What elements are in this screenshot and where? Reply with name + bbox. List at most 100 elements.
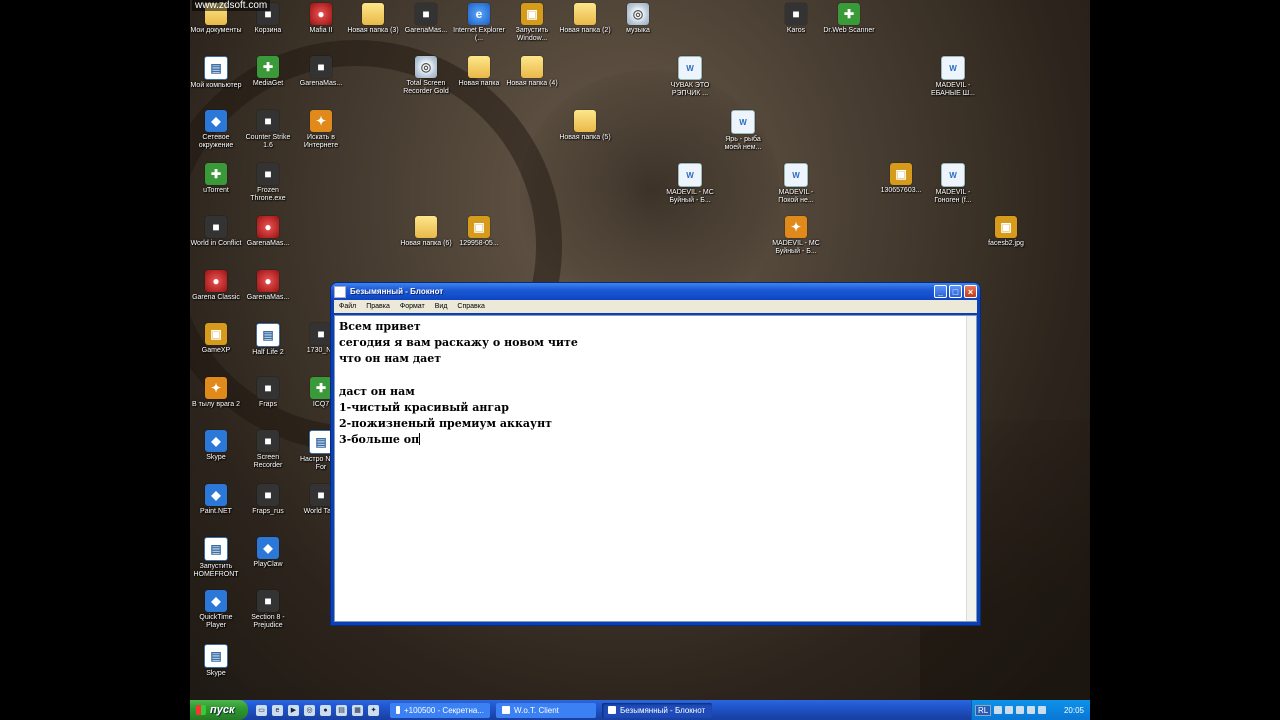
desktop-icon[interactable]: ■ Karos	[770, 3, 822, 35]
desktop-icon[interactable]: ◆ PlayClaw	[242, 537, 294, 569]
desktop-icon-label: MediaGet	[252, 80, 284, 87]
desktop-icon[interactable]: ▣ Запустить Window...	[506, 3, 558, 43]
game-icon[interactable]: ✦	[368, 704, 379, 716]
desktop-icon[interactable]: ■ GarenaMas...	[295, 56, 347, 88]
language-indicator[interactable]: RL	[975, 704, 992, 716]
tray-icon[interactable]	[994, 706, 1003, 714]
desktop-icon[interactable]: ■ Screen Recorder	[242, 430, 294, 470]
menu-edit[interactable]: Правка	[361, 303, 395, 310]
menu-file[interactable]: Файл	[334, 303, 361, 310]
show-desktop-icon[interactable]: ▭	[256, 704, 267, 716]
desktop-icon[interactable]: ◎ музыка	[612, 3, 664, 35]
desktop-icon-label: MADEVIL - MC Буйный - Б...	[666, 189, 714, 204]
desktop-icon-label: Mafia II	[309, 27, 333, 34]
desktop-icon[interactable]: Новая папка (6)	[400, 216, 452, 248]
desktop-icon[interactable]: ▣ facesb2.jpg	[980, 216, 1032, 248]
tray-icon[interactable]	[1005, 706, 1014, 714]
gold-icon: ▣	[468, 216, 490, 238]
desktop-icon[interactable]: ▤ Запустить HOMEFRONT	[190, 537, 242, 579]
desktop-icon[interactable]: Новая папка (4)	[506, 56, 558, 88]
tray-icon[interactable]	[1016, 706, 1025, 714]
desktop-icon[interactable]: ● Garena Classic	[190, 270, 242, 302]
desktop-icon[interactable]: W Ярь - рыба моей нем...	[717, 110, 769, 152]
menu-bar: Файл Правка Формат Вид Справка	[334, 300, 977, 313]
folder-icon[interactable]: ▦	[352, 704, 363, 716]
desktop-icon-label: Сетевое окружение	[198, 134, 234, 149]
desktop-icon[interactable]: ✚ uTorrent	[190, 163, 242, 195]
editor-text[interactable]: Всем привет сегодия я вам раскажу о ново…	[335, 316, 976, 452]
desktop-icon-label: Fraps_rus	[252, 508, 284, 515]
desktop-icon[interactable]: W ЧУВАК ЭТО РЭПЧИК ...	[664, 56, 716, 98]
folder-icon	[574, 110, 596, 132]
ie-icon: e	[468, 3, 490, 25]
maximize-button[interactable]: □	[949, 285, 962, 298]
desktop-icon[interactable]: ■ GarenaMas...	[400, 3, 452, 35]
desktop-icon[interactable]: ▤ Half Life 2	[242, 323, 294, 357]
start-button[interactable]: пуск	[190, 700, 248, 720]
desktop-icon[interactable]: Новая папка (3)	[347, 3, 399, 35]
desktop-icon[interactable]: ▣ 130657603...	[875, 163, 927, 195]
window-title: Безымянный - Блокнот	[350, 287, 444, 296]
desktop-icon[interactable]: W MADEVIL - MC Буйный - Б...	[664, 163, 716, 205]
app-icon[interactable]: ●	[320, 704, 331, 716]
close-button[interactable]: ×	[964, 285, 977, 298]
menu-format[interactable]: Формат	[395, 303, 430, 310]
desktop-icon[interactable]: W MADEVIL - Гоноген (f...	[927, 163, 979, 205]
desktop-icon[interactable]: ■ Fraps	[242, 377, 294, 409]
media-icon[interactable]: ▶	[288, 704, 299, 716]
menu-help[interactable]: Справка	[452, 303, 489, 310]
cd-icon: ◎	[415, 56, 437, 78]
desktop-icon[interactable]: ✦ Искать в Интернете	[295, 110, 347, 150]
task-button-notepad[interactable]: Безымянный - Блокнот	[602, 702, 712, 718]
notepad-window[interactable]: ▤ Безымянный - Блокнот _ □ × Файл Правка…	[330, 282, 981, 626]
desktop-icon[interactable]: ✦ В тылу врага 2	[190, 377, 242, 409]
dark-icon: ■	[257, 377, 279, 399]
desktop-icon[interactable]: ■ Frozen Throne.exe	[242, 163, 294, 203]
desktop-icon[interactable]: ✚ Dr.Web Scanner	[823, 3, 875, 35]
desktop-icon[interactable]: ● GarenaMas...	[242, 216, 294, 248]
desktop-icon-label: MADEVIL - ЕБАНЫЕ Ш...	[931, 82, 975, 97]
green-icon: ✚	[257, 56, 279, 78]
desktop-icon[interactable]: Новая папка (2)	[559, 3, 611, 35]
doc-icon: W	[678, 56, 702, 80]
task-button-1[interactable]: +100500 - Секретна...	[390, 702, 490, 718]
minimize-button[interactable]: _	[934, 285, 947, 298]
task-label: W.o.T. Client	[514, 705, 559, 715]
desktop-icon[interactable]: ◆ Сетевое окружение	[190, 110, 242, 150]
ie-icon[interactable]: e	[272, 704, 283, 716]
desktop-icon[interactable]: ■ World in Conflict	[190, 216, 242, 248]
desktop-icon[interactable]: ▣ GameXP	[190, 323, 242, 355]
desktop-icon[interactable]: ◆ Paint.NET	[190, 484, 242, 516]
desktop-icon[interactable]: W MADEVIL - ЕБАНЫЕ Ш...	[927, 56, 979, 98]
desktop-icon[interactable]: ● GarenaMas...	[242, 270, 294, 302]
desktop-icon[interactable]: e Internet Explorer (...	[453, 3, 505, 43]
desktop-icon[interactable]: ◆ QuickTime Player	[190, 590, 242, 630]
menu-view[interactable]: Вид	[430, 303, 453, 310]
desktop-icon[interactable]: ▤ Skype	[190, 644, 242, 678]
desktop-icon[interactable]: ■ Counter Strike 1.6	[242, 110, 294, 150]
desktop-icon[interactable]: ■ Section 8 - Prejudice	[242, 590, 294, 630]
desktop-icon[interactable]: ● Mafia II	[295, 3, 347, 35]
watermark: www.zdsoft.com	[192, 0, 271, 11]
text-editor[interactable]: Всем привет сегодия я вам раскажу о ново…	[334, 315, 977, 622]
desktop-icon[interactable]: ✚ MediaGet	[242, 56, 294, 88]
desktop-icon-label: PlayClaw	[253, 561, 283, 568]
desktop-icon[interactable]: ✦ MADEVIL - MC Буйный - Б...	[770, 216, 822, 256]
task-button-2[interactable]: W.o.T. Client	[496, 702, 596, 718]
desktop-icon-label: Frozen Throne.exe	[250, 187, 286, 202]
vertical-scrollbar[interactable]	[966, 316, 976, 621]
desktop-icon[interactable]: ▣ 129958-05...	[453, 216, 505, 248]
desktop-icon[interactable]: Новая папка	[453, 56, 505, 88]
red-icon: ●	[205, 270, 227, 292]
desktop-icon[interactable]: ◆ Skype	[190, 430, 242, 462]
desktop-icon[interactable]: W MADEVIL - Покой не...	[770, 163, 822, 205]
desktop-icon[interactable]: ▤ Мой компьютер	[190, 56, 242, 90]
desktop-icon[interactable]: Новая папка (5)	[559, 110, 611, 142]
volume-icon[interactable]	[1027, 706, 1036, 714]
title-bar[interactable]: ▤ Безымянный - Блокнот _ □ ×	[331, 283, 980, 300]
desktop-icon[interactable]: ■ Fraps_rus	[242, 484, 294, 516]
network-icon[interactable]	[1038, 706, 1047, 714]
window-icon[interactable]: ▤	[336, 704, 347, 716]
desktop-icon[interactable]: ◎ Total Screen Recorder Gold	[400, 56, 452, 96]
browser-icon[interactable]: ◎	[304, 704, 315, 716]
